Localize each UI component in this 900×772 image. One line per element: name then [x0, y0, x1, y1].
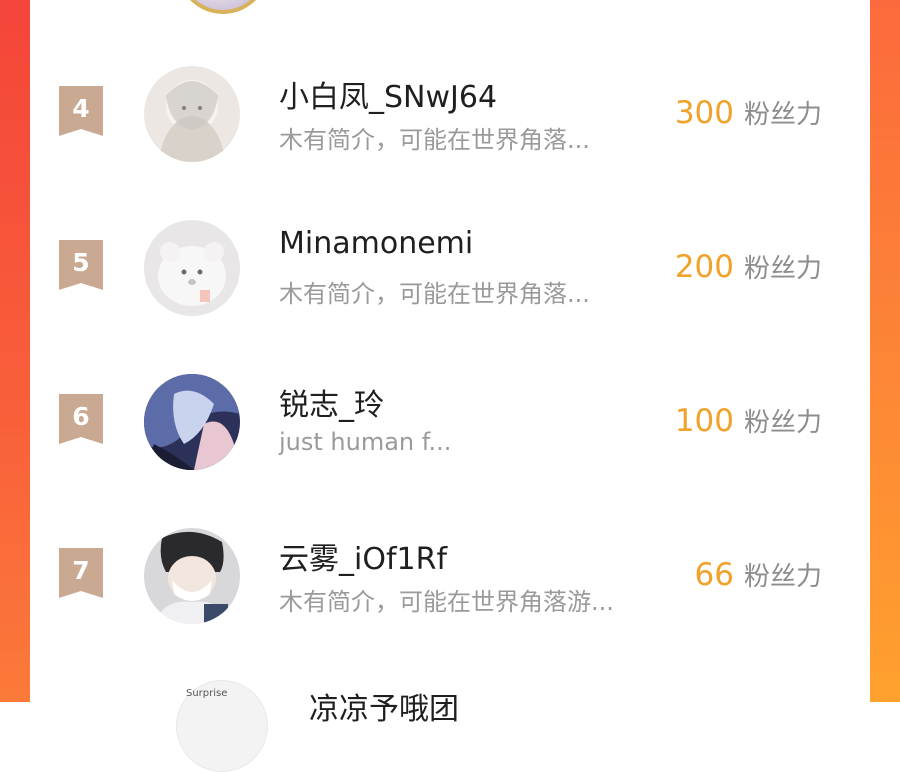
bio-text: 木有简介，可能在世界角落... [279, 280, 590, 308]
fans-value: 200 [674, 249, 734, 285]
username[interactable]: Minamonemi [279, 226, 473, 261]
fans-power: 300 粉丝力 [675, 94, 822, 131]
rank-badge: 7 [59, 548, 103, 598]
bio-text: 木有简介，可能在世界角落... [279, 126, 590, 154]
leaderboard-row[interactable]: 7 云雾_iOf1Rf 木有简介，可能在世界角落游... 66 粉丝力 [30, 516, 870, 636]
fans-unit: 粉丝力 [743, 408, 822, 438]
avatar[interactable] [144, 374, 240, 470]
leaderboard-row[interactable]: 4 小白凤_SNwJ64 木有简介，可能在世界角落... 300 粉丝力 [30, 54, 870, 174]
fans-unit: 粉丝力 [743, 562, 822, 592]
bio-text: 木有简介，可能在世界角落游... [279, 588, 614, 616]
avatar-previous-rank[interactable] [177, 0, 269, 14]
username-partial[interactable]: 凉凉予哦团 [309, 684, 459, 728]
fans-power: 200 粉丝力 [675, 248, 822, 285]
gradient-border-right [870, 0, 900, 702]
avatar[interactable] [144, 66, 240, 162]
leaderboard-row[interactable]: 6 锐志_玲 just human f... 100 粉丝力 [30, 362, 870, 482]
fans-unit: 粉丝力 [743, 100, 822, 130]
rank-badge: 4 [59, 86, 103, 136]
avatar[interactable] [144, 220, 240, 316]
username[interactable]: 锐志_玲 [279, 380, 384, 424]
fans-value: 66 [694, 557, 734, 593]
leaderboard-card: 4 小白凤_SNwJ64 木有简介，可能在世界角落... 300 粉丝力 5 M… [30, 0, 870, 772]
username[interactable]: 小白凤_SNwJ64 [279, 72, 497, 116]
username[interactable]: 云雾_iOf1Rf [279, 534, 447, 578]
avatar-partial-text: Surprise [186, 688, 228, 699]
gradient-border-left [0, 0, 30, 702]
leaderboard-row[interactable]: 5 Minamonemi 木有简介，可能在世界角落... 200 粉丝力 [30, 208, 870, 328]
fans-value: 100 [674, 403, 734, 439]
bio-text: just human f... [279, 428, 452, 456]
rank-badge: 5 [59, 240, 103, 290]
fans-value: 300 [674, 95, 734, 131]
fans-power: 100 粉丝力 [675, 402, 822, 439]
rank-badge: 6 [59, 394, 103, 444]
fans-unit: 粉丝力 [743, 254, 822, 284]
fans-power: 66 粉丝力 [695, 556, 822, 593]
avatar[interactable] [144, 528, 240, 624]
